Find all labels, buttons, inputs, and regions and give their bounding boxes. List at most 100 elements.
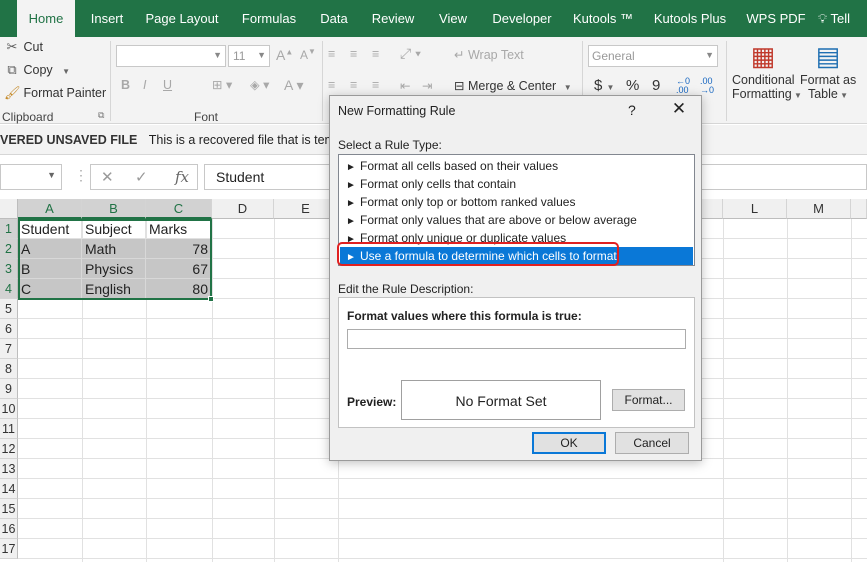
- conditional-formatting-button[interactable]: ▦ Conditional Formatting ▼: [732, 39, 802, 101]
- tab-home[interactable]: Home: [17, 0, 75, 37]
- italic-button[interactable]: I: [143, 78, 146, 92]
- row-header[interactable]: 14: [0, 479, 18, 499]
- cell-b1[interactable]: Subject: [82, 219, 146, 239]
- fill-color-icon[interactable]: ◈ ▾: [250, 77, 269, 92]
- row-header[interactable]: 16: [0, 519, 18, 539]
- row-header[interactable]: 6: [0, 319, 18, 339]
- rule-type-item[interactable]: ► Format only top or bottom ranked values: [340, 193, 693, 211]
- column-header-l[interactable]: L: [723, 199, 787, 219]
- row-header[interactable]: 7: [0, 339, 18, 359]
- cell-b4[interactable]: English: [82, 279, 146, 299]
- row-header[interactable]: 12: [0, 439, 18, 459]
- font-size-select[interactable]: 11 ▼: [228, 45, 270, 67]
- rule-type-list[interactable]: ► Format all cells based on their values …: [338, 154, 695, 266]
- select-all-corner[interactable]: [0, 199, 18, 219]
- column-header-m[interactable]: M: [787, 199, 851, 219]
- formula-field[interactable]: [347, 329, 686, 349]
- format-button[interactable]: Format...: [612, 389, 685, 411]
- ok-button[interactable]: OK: [532, 432, 606, 454]
- cancel-button[interactable]: Cancel: [615, 432, 689, 454]
- conditional-formatting-icon: ▦: [750, 41, 776, 71]
- bold-button[interactable]: B: [121, 78, 130, 92]
- column-header-a[interactable]: A: [18, 199, 82, 219]
- help-button[interactable]: ?: [628, 102, 636, 118]
- cut-button[interactable]: ✂ Cut: [4, 39, 43, 55]
- row-header[interactable]: 4: [0, 279, 18, 299]
- tab-wps-pdf[interactable]: WPS PDF: [744, 0, 808, 37]
- tab-view[interactable]: View: [432, 0, 474, 37]
- cell-c3[interactable]: 67: [146, 259, 212, 279]
- rule-type-item[interactable]: ► Format only cells that contain: [340, 175, 693, 193]
- name-box[interactable]: ▼: [0, 164, 62, 190]
- wrap-text-button[interactable]: ↵ Wrap Text: [454, 47, 524, 62]
- tab-kutools-plus[interactable]: Kutools Plus: [648, 0, 732, 37]
- align-bottom-icon[interactable]: ≡: [372, 47, 379, 61]
- row-header[interactable]: 2: [0, 239, 18, 259]
- increase-decimal-icon[interactable]: ←0.00: [676, 77, 690, 95]
- borders-icon[interactable]: ⊞ ▾: [212, 77, 232, 92]
- cell-a3[interactable]: B: [18, 259, 82, 279]
- tab-kutools[interactable]: Kutools ™: [570, 0, 636, 37]
- merge-center-button[interactable]: ⊟ Merge & Center ▼: [454, 78, 572, 93]
- font-color-icon[interactable]: A ▾: [284, 77, 303, 94]
- row-header[interactable]: 5: [0, 299, 18, 319]
- row-header[interactable]: 8: [0, 359, 18, 379]
- decrease-font-icon[interactable]: A▼: [300, 47, 316, 62]
- tab-page-layout[interactable]: Page Layout: [140, 0, 224, 37]
- column-header-n[interactable]: [851, 199, 867, 219]
- dialog-launcher-icon[interactable]: ⧉: [98, 110, 104, 121]
- row-header[interactable]: 13: [0, 459, 18, 479]
- cell-c2[interactable]: 78: [146, 239, 212, 259]
- tab-review[interactable]: Review: [366, 0, 420, 37]
- percent-button[interactable]: %: [626, 77, 639, 94]
- cell-c1[interactable]: Marks: [146, 219, 212, 239]
- format-painter-button[interactable]: 🖌︎ Format Painter: [4, 85, 106, 101]
- cancel-icon[interactable]: ✕: [101, 168, 114, 186]
- cell-c4[interactable]: 80: [146, 279, 212, 299]
- row-header[interactable]: 17: [0, 539, 18, 559]
- close-button[interactable]: ✕: [668, 99, 690, 119]
- align-middle-icon[interactable]: ≡: [350, 47, 357, 61]
- row-header[interactable]: 10: [0, 399, 18, 419]
- number-format-select[interactable]: General ▼: [588, 45, 718, 67]
- column-header-b[interactable]: B: [82, 199, 146, 219]
- copy-button[interactable]: ⧉ Copy ▼: [4, 62, 70, 78]
- tab-formulas[interactable]: Formulas: [236, 0, 302, 37]
- currency-button[interactable]: $ ▼: [594, 77, 614, 94]
- row-header[interactable]: 3: [0, 259, 18, 279]
- row-header[interactable]: 15: [0, 499, 18, 519]
- orientation-icon[interactable]: ⤢ ▾: [400, 45, 421, 62]
- cell-b3[interactable]: Physics: [82, 259, 146, 279]
- rule-type-item[interactable]: ► Format all cells based on their values: [340, 157, 693, 175]
- cell-a2[interactable]: A: [18, 239, 82, 259]
- align-center-icon[interactable]: ≡: [350, 78, 357, 92]
- align-top-icon[interactable]: ≡: [328, 47, 335, 61]
- align-right-icon[interactable]: ≡: [372, 78, 379, 92]
- format-as-table-button[interactable]: ▤ Format as Table ▼: [800, 39, 856, 101]
- align-left-icon[interactable]: ≡: [328, 78, 335, 92]
- row-header[interactable]: 11: [0, 419, 18, 439]
- underline-button[interactable]: U: [163, 78, 172, 92]
- tab-tell-me[interactable]: 💡︎ Tell: [818, 0, 867, 37]
- row-header[interactable]: 9: [0, 379, 18, 399]
- rule-type-item-selected[interactable]: ► Use a formula to determine which cells …: [340, 247, 693, 265]
- tab-developer[interactable]: Developer: [486, 0, 558, 37]
- column-header-c[interactable]: C: [146, 199, 212, 219]
- cell-a4[interactable]: C: [18, 279, 82, 299]
- tab-insert[interactable]: Insert: [82, 0, 132, 37]
- rule-type-item[interactable]: ► Format only values that are above or be…: [340, 211, 693, 229]
- rule-type-item[interactable]: ► Format only unique or duplicate values: [340, 229, 693, 247]
- decrease-decimal-icon[interactable]: .00 →0: [700, 77, 714, 95]
- increase-font-icon[interactable]: A▲: [276, 47, 293, 63]
- font-name-select[interactable]: ▼: [116, 45, 226, 67]
- indent-increase-icon[interactable]: ⇥: [422, 78, 432, 93]
- cell-a1[interactable]: Student: [18, 219, 82, 239]
- column-header-d[interactable]: D: [212, 199, 274, 219]
- cell-b2[interactable]: Math: [82, 239, 146, 259]
- insert-function-icon[interactable]: fx: [175, 168, 189, 186]
- comma-button[interactable]: 9: [652, 77, 660, 94]
- tab-data[interactable]: Data: [314, 0, 354, 37]
- enter-icon[interactable]: ✓: [135, 168, 148, 186]
- indent-decrease-icon[interactable]: ⇤: [400, 78, 410, 93]
- row-header[interactable]: 1: [0, 219, 18, 239]
